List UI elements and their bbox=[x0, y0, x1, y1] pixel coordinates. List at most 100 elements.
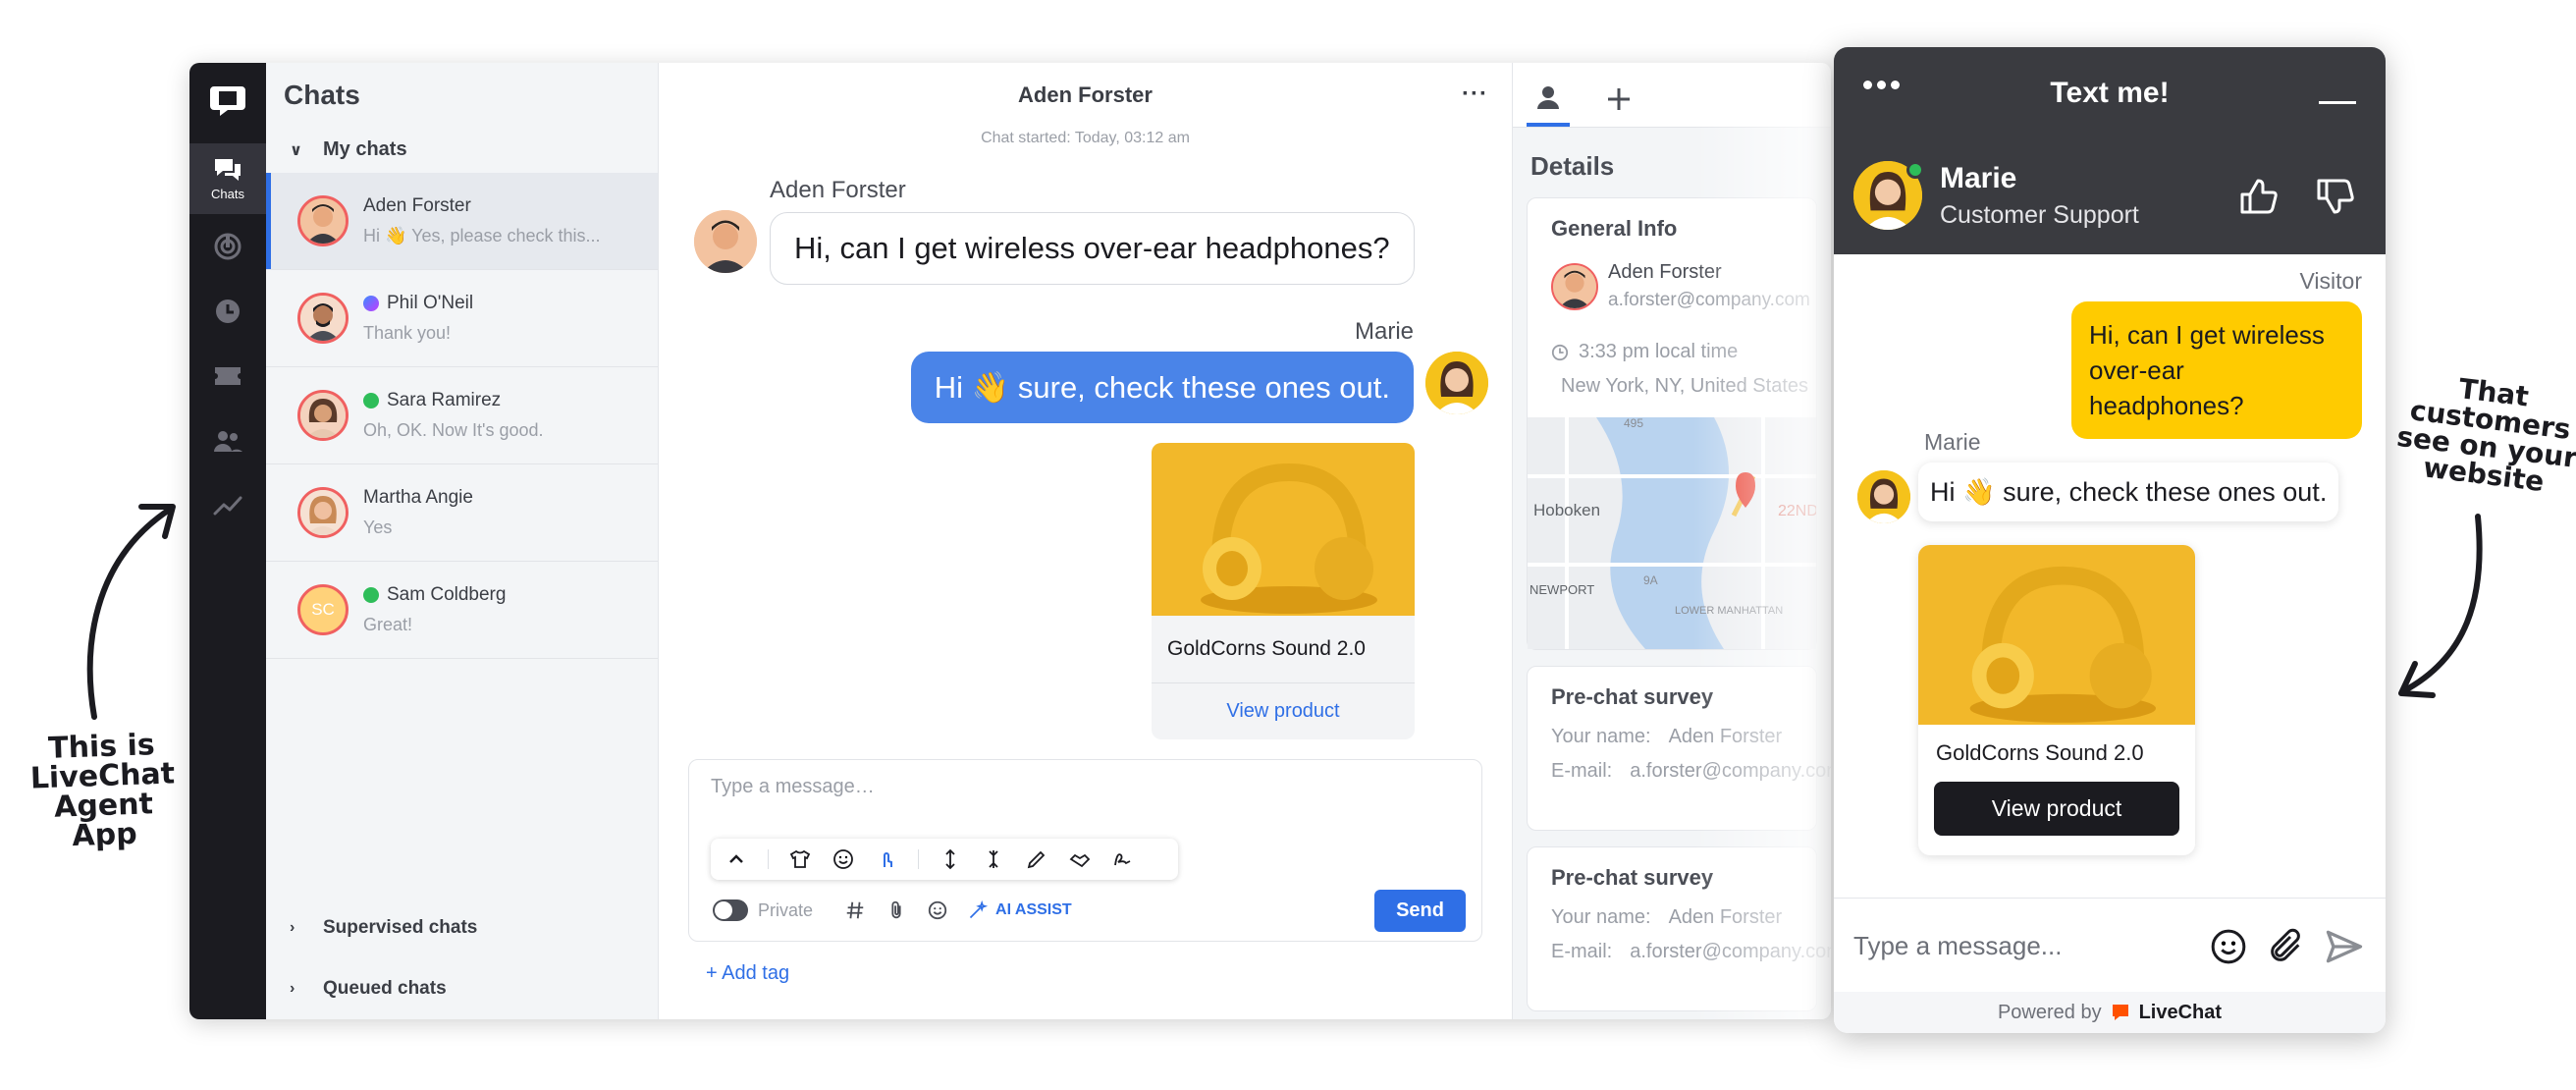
tickets-icon bbox=[215, 367, 241, 385]
emoji-icon[interactable] bbox=[927, 899, 948, 921]
handshake-icon[interactable] bbox=[1068, 847, 1092, 871]
powered-by-footer[interactable]: Powered by LiveChat bbox=[1834, 992, 2386, 1033]
rail-item-archives[interactable] bbox=[189, 279, 266, 344]
customer-avatar bbox=[694, 210, 757, 273]
widget-header: Text me! Marie Customer Support bbox=[1834, 47, 2386, 254]
survey-title: Pre-chat survey bbox=[1551, 865, 1714, 890]
nav-rail: Chats bbox=[189, 63, 266, 1019]
livechat-logo-icon[interactable] bbox=[208, 81, 247, 120]
attachment-icon[interactable] bbox=[2266, 927, 2305, 966]
hashtag-icon[interactable] bbox=[844, 899, 866, 921]
product-card: GoldCorns Sound 2.0 View product bbox=[1152, 443, 1415, 739]
conversation-title: Aden Forster bbox=[1018, 82, 1153, 107]
avatar: SC bbox=[297, 584, 349, 635]
private-toggle[interactable] bbox=[713, 899, 748, 921]
chat-snippet: Yes bbox=[363, 518, 393, 537]
message-input[interactable]: Type a message… bbox=[689, 760, 1481, 814]
chat-list-item[interactable]: Martha Angie Yes bbox=[266, 464, 658, 562]
details-title: Details bbox=[1530, 151, 1615, 181]
tab-add[interactable] bbox=[1597, 72, 1640, 127]
agent-message: Hi 👋 sure, check these ones out. bbox=[1918, 463, 2339, 521]
chat-list-title: Chats bbox=[284, 80, 360, 110]
queued-chats-toggle[interactable]: › Queued chats bbox=[266, 958, 658, 1019]
private-label: Private bbox=[758, 899, 814, 920]
rail-item-chats[interactable]: Chats bbox=[189, 143, 266, 214]
widget-agent-role: Customer Support bbox=[1940, 200, 2139, 229]
conversation-header: Aden Forster ··· bbox=[659, 63, 1512, 128]
location-map[interactable]: Hoboken NEWPORT LOWER MANHATTAN 495 9A 2… bbox=[1528, 417, 1816, 649]
widget-message-input[interactable]: Type a message... bbox=[1853, 931, 2209, 961]
rail-item-team[interactable] bbox=[189, 409, 266, 473]
minimize-icon[interactable] bbox=[2319, 101, 2356, 104]
pre-chat-survey-card: Pre-chat survey Your name: Aden Forster E… bbox=[1527, 666, 1831, 831]
local-time: 3:33 pm local time bbox=[1579, 341, 1739, 362]
add-tag-link[interactable]: + Add tag bbox=[706, 962, 789, 985]
rating-buttons bbox=[2236, 175, 2356, 218]
tab-customer[interactable] bbox=[1527, 72, 1570, 127]
my-chats-toggle[interactable]: ∨ My chats bbox=[266, 127, 658, 173]
emoji-icon[interactable] bbox=[2209, 927, 2248, 966]
avatar bbox=[297, 293, 349, 344]
tap-icon[interactable] bbox=[875, 847, 898, 871]
chat-list-item[interactable]: SC Sam Coldberg Great! bbox=[266, 562, 658, 659]
chat-list-item[interactable]: Aden Forster Hi 👋 Yes, please check this… bbox=[266, 173, 658, 270]
chat-name: Sara Ramirez bbox=[387, 390, 502, 410]
powered-by-label: Powered by bbox=[1997, 1001, 2102, 1023]
send-button[interactable]: Send bbox=[1374, 889, 1466, 932]
rail-item-reports[interactable] bbox=[189, 473, 266, 538]
team-icon bbox=[214, 431, 242, 452]
details-panel: Details General Info Aden Forster a.fors… bbox=[1513, 63, 1831, 1019]
composer-footer: Private AI ASSIST Send bbox=[713, 889, 1466, 932]
map-label: 495 bbox=[1624, 417, 1643, 430]
chat-list-item[interactable]: Sara Ramirez Oh, OK. Now It's good. bbox=[266, 367, 658, 464]
chat-snippet: Hi 👋 Yes, please check this... bbox=[363, 226, 601, 245]
thumbs-down-icon[interactable] bbox=[2313, 175, 2356, 218]
chat-name: Martha Angie bbox=[363, 487, 473, 508]
message-composer[interactable]: Type a message… Private AI ASSIST Send bbox=[688, 759, 1482, 942]
clock-icon bbox=[1551, 344, 1569, 360]
visitor-label: Visitor bbox=[2299, 268, 2363, 294]
customer-email: a.forster@company.com bbox=[1608, 290, 1810, 310]
archives-icon bbox=[216, 300, 240, 323]
avatar bbox=[297, 195, 349, 246]
formatting-toolbar bbox=[711, 839, 1178, 880]
rail-item-tickets[interactable] bbox=[189, 344, 266, 409]
survey-title: Pre-chat survey bbox=[1551, 684, 1714, 709]
my-chats-label: My chats bbox=[323, 138, 407, 160]
emoji-icon[interactable] bbox=[832, 847, 855, 871]
livechat-brand-icon bbox=[2112, 1005, 2128, 1020]
ai-assist-button[interactable]: AI ASSIST bbox=[968, 900, 1072, 920]
reports-icon bbox=[213, 496, 242, 516]
thumbs-up-icon[interactable] bbox=[2236, 175, 2280, 218]
chat-list-panel: Chats ∨ My chats Aden Forster Hi 👋 Yes, … bbox=[266, 63, 659, 1019]
send-icon[interactable] bbox=[2323, 925, 2366, 968]
supervised-chats-toggle[interactable]: › Supervised chats bbox=[266, 898, 658, 958]
widget-agent-info: Marie Customer Support bbox=[1853, 161, 2139, 230]
shirt-icon[interactable] bbox=[788, 847, 812, 871]
agent-app-window: Chats Chats ∨ My chats Aden Forster Hi 👋… bbox=[189, 63, 1831, 1019]
pen-icon[interactable] bbox=[1025, 847, 1048, 871]
widget-annotation: That customers see on your website bbox=[2394, 372, 2576, 499]
expand-icon[interactable] bbox=[939, 847, 962, 871]
incoming-message: Hi, can I get wireless over-ear headphon… bbox=[770, 212, 1415, 285]
rail-item-engage[interactable] bbox=[189, 214, 266, 279]
general-info-title: General Info bbox=[1551, 216, 1678, 241]
avatar bbox=[297, 390, 349, 441]
collapse-icon[interactable] bbox=[724, 847, 748, 871]
view-product-link[interactable]: View product bbox=[1152, 683, 1415, 739]
chats-icon bbox=[215, 159, 241, 181]
conversation-panel: Aden Forster ··· Chat started: Today, 03… bbox=[659, 63, 1513, 1019]
more-options-icon[interactable]: ··· bbox=[1462, 81, 1488, 108]
shrink-icon[interactable] bbox=[982, 847, 1005, 871]
outgoing-message: Hi 👋 sure, check these ones out. bbox=[910, 352, 1414, 423]
attachment-icon[interactable] bbox=[886, 899, 907, 921]
avatar bbox=[1551, 262, 1598, 310]
widget-view-product-button[interactable]: View product bbox=[1934, 782, 2179, 836]
avatar bbox=[1853, 161, 1924, 230]
map-label: 22ND bbox=[1778, 503, 1816, 519]
chat-list-item[interactable]: Phil O'Neil Thank you! bbox=[266, 270, 658, 367]
signature-icon[interactable] bbox=[1111, 847, 1135, 871]
plus-icon bbox=[1608, 88, 1630, 110]
chevron-right-icon: › bbox=[290, 919, 295, 936]
headphones-image bbox=[1152, 443, 1415, 616]
